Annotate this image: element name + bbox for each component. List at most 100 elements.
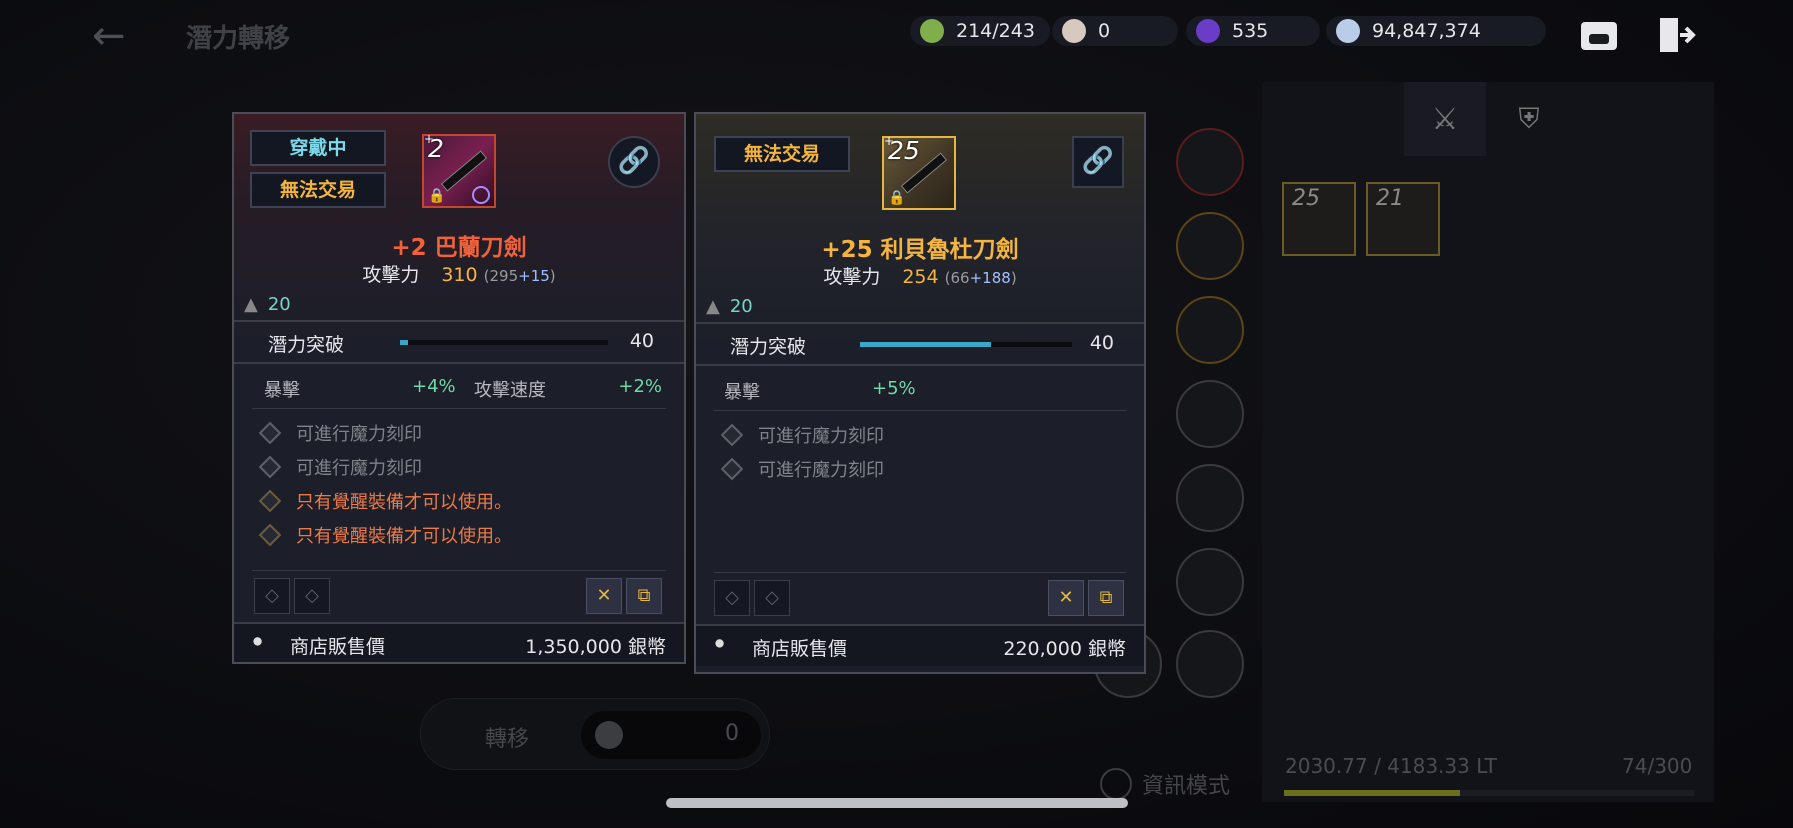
potential-value: 40 [629,330,654,352]
diamond-icon [258,489,282,513]
divider [714,410,1126,411]
weight-icon: ▲ [244,294,258,315]
engraving-label: 可進行魔力刻印 [296,458,422,479]
awakening-warning: 只有覺醒裝備才可以使用。 [256,488,512,514]
attack-bonus: +15 [518,267,550,285]
transfer-button[interactable]: 轉移 [485,721,529,753]
currency-pearl-value: 0 [1098,20,1111,42]
equip-slot[interactable] [1176,296,1244,364]
storage-icon[interactable] [1578,14,1624,56]
weight-value: 20 [267,294,291,315]
sell-label: 商店販售價 [752,638,848,660]
equip-slot[interactable] [1176,128,1244,196]
checkbox-icon [1100,768,1132,800]
currency-silver-value: 94,847,374 [1372,20,1481,42]
potential-fill [400,340,409,345]
attack-value: 254 [902,266,939,288]
attack-value: 310 [441,264,478,286]
sell-label: 商店販售價 [290,636,386,658]
equip-slot[interactable] [1176,212,1244,280]
currency-black-stone-value: 535 [1232,20,1269,42]
engraving-slot: 可進行魔力刻印 [718,422,884,448]
enhance-level: 25 [888,136,920,165]
sell-amount: 1,350,000 銀幣 [525,636,666,658]
weight-icon: ▲ [706,296,720,317]
crystal-socket-icon: ◇ [754,580,790,616]
equip-slot[interactable] [1176,630,1244,698]
attack-line: 攻擊力 254 (66+188) [696,262,1144,289]
weight: ▲ 20 [244,294,291,315]
potential-bar [860,342,1072,347]
exit-icon[interactable] [1656,14,1702,56]
equip-slot[interactable] [1176,464,1244,532]
attack-line: 攻擊力 310 (295+15) [234,260,684,287]
stat-label: 暴擊 [264,380,300,401]
lock-icon: 🔒 [888,190,906,206]
warning-label: 只有覺醒裝備才可以使用。 [296,526,512,547]
attack-base: (66 [944,269,970,287]
equip-slot[interactable] [1176,548,1244,616]
divider [714,572,1126,573]
tab-armor[interactable]: ⛨ [1488,82,1570,156]
stat-value: +2% [618,376,662,397]
divider [696,322,1144,324]
inventory-weight-fill [1284,790,1461,796]
attack-label: 攻擊力 [362,264,420,286]
equip-slot[interactable] [1176,380,1244,448]
armor-icon: ⛨ [1518,102,1540,135]
stat-value: +4% [412,376,456,397]
currency-energy-value: 214/243 [956,20,1035,42]
link-icon[interactable]: 🔗 [608,136,660,188]
equipped-badge: 穿戴中 [250,130,386,166]
engraving-slot: 可進行魔力刻印 [256,420,422,446]
inventory-slot-level: 25 [1292,186,1320,211]
stat-label: 攻擊速度 [474,380,546,401]
energy-icon [920,19,944,43]
gem-icon [472,186,490,204]
divider [234,362,684,364]
item-tooltip-compare: 無法交易 + 25 🔒 🔗 +25 利貝魯杜刀劍 攻擊力 254 (66+188)… [694,112,1146,674]
crystal-socket-icon: ◇ [714,580,750,616]
attack-close: ) [1010,269,1017,287]
sell-amount: 220,000 銀幣 [1003,638,1126,660]
info-mode-toggle[interactable]: 資訊模式 [1100,768,1230,800]
enhance-level: 2 [428,134,444,163]
item-name: +2 巴蘭刀劍 [391,235,527,261]
transfer-cost-value: 0 [725,721,739,746]
attack-label: 攻擊力 [823,266,881,288]
stat-label: 暴擊 [724,382,760,403]
item-name: +25 利貝魯杜刀劍 [821,237,1019,263]
potential-label: 潛力突破 [730,336,807,358]
inventory-slot[interactable]: 21 [1366,182,1440,256]
home-indicator[interactable] [666,798,1128,808]
shop-sell-price: ⚫ 商店販售價 1,350,000 銀幣 [234,624,684,662]
transfer-bar: 轉移 0 [420,698,770,770]
diamond-icon [258,455,282,479]
silver-icon [1336,19,1360,43]
link-icon[interactable]: 🔗 [1072,136,1124,188]
item-tooltip-equipped: 穿戴中 無法交易 + 2 🔒 🔗 +2 巴蘭刀劍 攻擊力 310 (295+15)… [232,112,686,664]
back-arrow-icon[interactable]: ← [92,14,148,58]
silver-coin-icon [595,721,623,749]
crossed-swords-icon: ✕ [1048,580,1084,616]
page-title: 潛力轉移 [186,24,291,54]
screen: ← 潛力轉移 214/243 0 535 94,847,374 ⚔ ⛨ 25 2… [0,0,1793,828]
inventory-weight-bar [1284,790,1694,796]
engraving-label: 可進行魔力刻印 [758,460,884,481]
currency-silver: 94,847,374 [1326,16,1546,46]
engraving-slot: 可進行魔力刻印 [256,454,422,480]
stat-value: +5% [872,378,916,399]
diamond-icon [258,523,282,547]
divider [252,570,666,571]
inventory-slot[interactable]: 25 [1282,182,1356,256]
attack-close: ) [549,267,556,285]
diamond-icon [258,421,282,445]
tab-weapons[interactable]: ⚔ [1404,82,1486,156]
warning-label: 只有覺醒裝備才可以使用。 [296,492,512,513]
potential-bar [400,340,608,345]
potential-label: 潛力突破 [268,334,345,356]
bow-icon: ⧉ [1088,580,1124,616]
divider [234,320,684,322]
inventory-weight: 2030.77 / 4183.33 LT [1285,754,1497,778]
engraving-slot: 可進行魔力刻印 [718,456,884,482]
